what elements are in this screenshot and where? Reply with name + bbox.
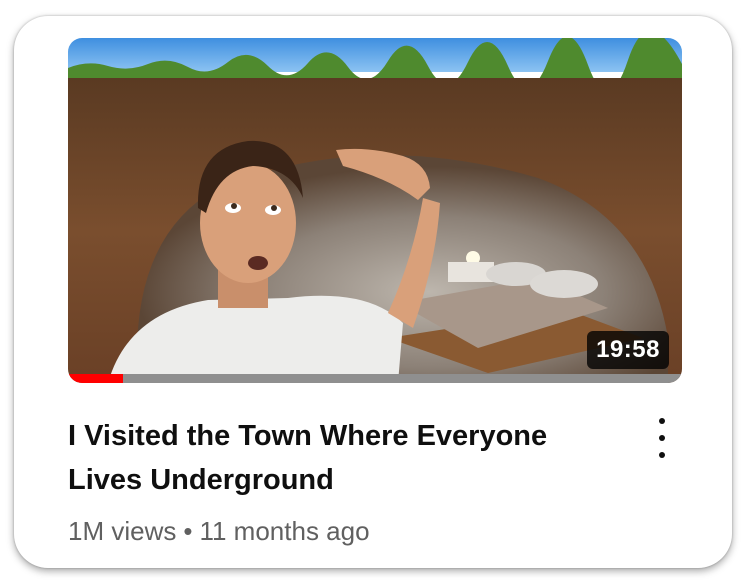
more-actions-button[interactable] [644, 418, 680, 458]
vertical-ellipsis-icon [659, 418, 665, 424]
video-duration-badge: 19:58 [587, 331, 669, 369]
view-count: 1M views [68, 516, 177, 546]
video-metadata: 1M views • 11 months ago [68, 516, 370, 547]
video-card[interactable]: 19:58 I Visited the Town Where Everyone … [14, 16, 732, 568]
metadata-separator: • [183, 516, 193, 546]
watch-progress-fill [68, 374, 124, 383]
video-thumbnail[interactable]: 19:58 [68, 38, 682, 383]
video-title[interactable]: I Visited the Town Where Everyone Lives … [68, 414, 608, 502]
watch-progress-bar [68, 374, 682, 383]
upload-age: 11 months ago [199, 516, 370, 546]
